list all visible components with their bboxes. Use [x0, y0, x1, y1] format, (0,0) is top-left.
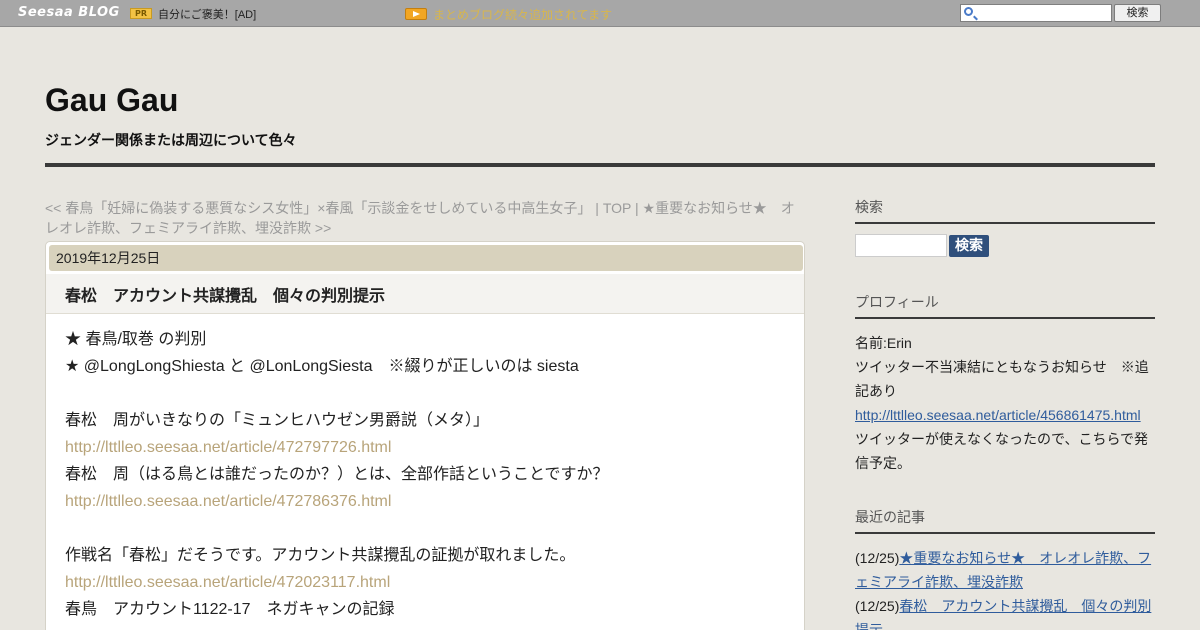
article-line: 春松 周（はる鳥とは誰だったのか？）とは、全部作話ということですか？ [65, 466, 609, 483]
recent-article-date: (12/25) [855, 550, 900, 566]
blog-tagline: ジェンダー関係または周辺について色々 [45, 133, 297, 149]
seesaa-blog-logo[interactable]: Seesaa BLOG [18, 5, 120, 20]
article-link[interactable]: http://lttlleo.seesaa.net/article/472023… [65, 569, 785, 596]
article-line [65, 380, 785, 407]
toolbar: Seesaa BLOG PR 自分にご褒美！[AD] まとめブログ続々追加されて… [0, 0, 1200, 27]
blog-title[interactable]: Gau Gau [45, 82, 178, 119]
prev-article-link[interactable]: << 春鳥「妊婦に偽装する悪質なシス女性」×春風「示談金をせしめている中高生女子… [45, 200, 591, 216]
top-link[interactable]: | TOP | [591, 200, 642, 216]
profile-link[interactable]: http://lttlleo.seesaa.net/article/456861… [855, 403, 1155, 427]
sidebar-recent-articles: 最近の記事 (12/25)★重要なお知らせ★ オレオレ詐欺、フェミアライ詐欺、埋… [855, 507, 1155, 630]
article-date: 2019年12月25日 [49, 245, 803, 271]
article-line: 作戦名「春松」だそうです。アカウント共謀攪乱の証拠が取れました。 [65, 547, 576, 564]
profile-note: ツイッターが使えなくなったので、こちらで発信予定。 [855, 431, 1149, 471]
recent-article-link[interactable]: ★重要なお知らせ★ オレオレ詐欺、フェミアライ詐欺、埋没詐欺 [855, 550, 1151, 590]
pr-badge: PR [130, 8, 152, 19]
recent-articles-heading: 最近の記事 [855, 507, 1155, 534]
sidebar-search-button[interactable]: 検索 [949, 235, 989, 257]
article-line [65, 515, 785, 542]
recent-articles-list: (12/25)★重要なお知らせ★ オレオレ詐欺、フェミアライ詐欺、埋没詐欺 (1… [855, 546, 1155, 630]
article-title[interactable]: 春松 アカウント共謀攪乱 個々の判別提示 [65, 282, 385, 306]
sidebar-profile: プロフィール 名前:Erin ツイッター不当凍結にともなうお知らせ ※追記あり … [855, 292, 1155, 475]
article-navigation: << 春鳥「妊婦に偽装する悪質なシス女性」×春風「示談金をせしめている中高生女子… [45, 198, 805, 238]
article: 2019年12月25日 春松 アカウント共謀攪乱 個々の判別提示 ★ 春鳥/取巻… [45, 241, 805, 630]
article-link[interactable]: http://lttlleo.seesaa.net/article/472797… [65, 434, 785, 461]
article-line: ★ 春鳥/取巻 の判別 [65, 331, 207, 348]
arrow-right-icon [405, 8, 427, 20]
article-line: 春松 周がいきなりの「ミュンヒハウゼン男爵説（メタ）」 [65, 412, 490, 429]
notice-link[interactable]: まとめブログ続々追加されてます [433, 6, 612, 23]
sidebar-search: 検索 検索 [855, 197, 1155, 257]
article-line: ★ @LongLongShiesta と @LonLongSiesta ※綴りが… [65, 358, 579, 375]
ad-link[interactable]: 自分にご褒美！[AD] [158, 6, 256, 22]
article-header: 春松 アカウント共謀攪乱 個々の判別提示 [46, 274, 804, 314]
recent-article-link[interactable]: 春松 アカウント共謀攪乱 個々の判別提示 [855, 598, 1151, 630]
recent-article-date: (12/25) [855, 598, 900, 614]
recent-article-item: (12/25)春松 アカウント共謀攪乱 個々の判別提示 [855, 594, 1155, 630]
article-line: 春鳥 アカウント1122-17 ネガキャンの記録 [65, 601, 395, 618]
profile-notice: ツイッター不当凍結にともなうお知らせ ※追記あり [855, 359, 1149, 399]
article-body: ★ 春鳥/取巻 の判別 ★ @LongLongShiesta と @LonLong… [65, 326, 785, 623]
toolbar-search-button[interactable]: 検索 [1114, 4, 1161, 22]
profile-heading: プロフィール [855, 292, 1155, 319]
search-icon [964, 7, 973, 16]
article-link[interactable]: http://lttlleo.seesaa.net/article/472786… [65, 488, 785, 515]
recent-article-item: (12/25)★重要なお知らせ★ オレオレ詐欺、フェミアライ詐欺、埋没詐欺 [855, 546, 1155, 594]
header-divider [45, 163, 1155, 167]
toolbar-search-input[interactable] [960, 4, 1112, 22]
sidebar-search-heading: 検索 [855, 197, 1155, 224]
profile-name: 名前:Erin [855, 335, 912, 351]
sidebar-search-input[interactable] [855, 234, 947, 257]
